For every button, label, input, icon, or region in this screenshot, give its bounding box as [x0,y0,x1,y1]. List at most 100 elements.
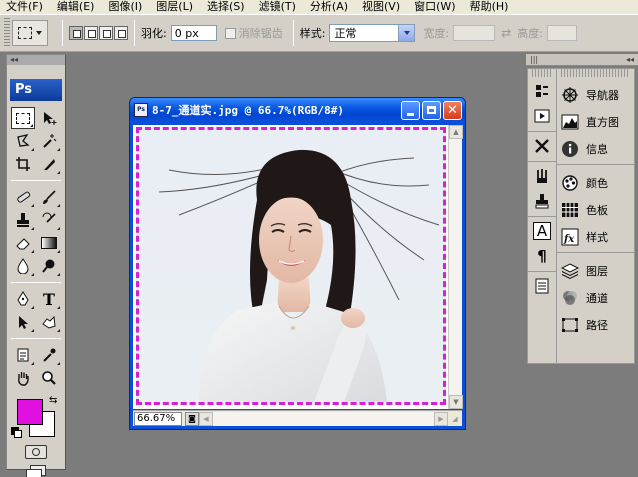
shape-icon [42,315,56,329]
ps-logo[interactable]: Ps [10,79,62,101]
actions-panel-button[interactable] [531,105,553,127]
height-input[interactable] [546,25,577,41]
scroll-right-button[interactable]: ▶ [434,411,448,426]
divider [134,20,135,46]
info-panel-tab[interactable]: 信息 [557,135,634,162]
document-titlebar[interactable]: Ps 8-7_通道实.jpg @ 66.7%(RGB/8#) ✕ [130,98,465,122]
subtract-selection-button[interactable] [99,26,113,40]
menu-view[interactable]: 视图(V) [362,0,400,14]
canvas-area[interactable] [133,125,449,409]
minimize-icon [407,112,414,116]
history-panel-button[interactable] [531,80,553,102]
tool-presets-button[interactable] [531,135,553,157]
quick-mask-button[interactable] [25,445,47,459]
paragraph-panel-button[interactable]: ¶ [531,245,553,267]
menu-analysis[interactable]: 分析(A) [310,0,348,14]
eraser-tool[interactable] [11,232,35,254]
healing-brush-tool[interactable] [11,186,35,208]
styles-fx-icon: fx [560,227,580,247]
custom-shape-tool[interactable] [37,311,61,333]
brush-tool[interactable] [37,186,61,208]
tool-preset-picker[interactable] [12,20,48,46]
clone-source-button[interactable] [531,190,553,212]
rect-marquee-tool[interactable] [11,107,35,129]
width-input[interactable] [453,25,496,41]
menu-layer[interactable]: 图层(L) [156,0,193,14]
add-selection-button[interactable] [84,26,98,40]
photo-canvas[interactable] [136,127,446,405]
maximize-button[interactable] [422,100,441,120]
notes-tool[interactable] [11,344,35,366]
strip-grip[interactable] [532,69,552,77]
paths-panel-tab[interactable]: 路径 [557,311,634,338]
blur-tool[interactable] [11,255,35,277]
feather-input[interactable] [170,25,217,41]
character-panel-button[interactable]: A [531,220,553,242]
paths-icon [560,315,580,335]
screen-mode-button[interactable] [24,465,48,477]
swatches-grid-icon [560,200,580,220]
style-select[interactable]: 正常 [329,24,416,42]
height-label: 高度: [517,27,543,40]
info-icon [560,139,580,159]
minimize-button[interactable] [401,100,420,120]
zoom-tool[interactable] [37,367,61,389]
swap-colors-icon[interactable]: ⇆ [49,395,57,406]
histogram-panel-tab[interactable]: 直方图 [557,108,634,135]
pen-tool[interactable] [11,288,35,310]
menu-filter[interactable]: 滤镜(T) [259,0,296,14]
eyedropper-tool[interactable] [37,344,61,366]
intersect-selection-button[interactable] [114,26,128,40]
slice-tool[interactable] [37,153,61,175]
swatches-panel-tab[interactable]: 色板 [557,196,634,223]
magic-wand-tool[interactable] [37,130,61,152]
close-button[interactable]: ✕ [443,100,462,120]
hand-tool[interactable] [11,367,35,389]
path-selection-tool[interactable] [11,311,35,333]
dodge-tool[interactable] [37,255,61,277]
horizontal-scrollbar[interactable] [213,411,434,426]
lasso-tool[interactable] [11,130,35,152]
menu-select[interactable]: 选择(S) [207,0,245,14]
default-colors-icon[interactable] [11,427,22,438]
gradient-tool[interactable] [37,232,61,254]
menu-help[interactable]: 帮助(H) [470,0,509,14]
scroll-down-button[interactable]: ▼ [449,395,463,409]
type-tool[interactable]: T [37,288,61,310]
panel-dock-header[interactable]: ||| ◂◂ [526,54,638,66]
channels-panel-tab[interactable]: 通道 [557,284,634,311]
foreground-color-swatch[interactable] [17,399,43,425]
menu-window[interactable]: 窗口(W) [414,0,455,14]
navigator-panel-tab[interactable]: 导航器 [557,81,634,108]
dock-collapse-button[interactable]: ◂◂ [626,54,634,66]
doc-info-button[interactable]: ◙ [185,411,199,426]
options-bar-grip[interactable] [4,18,10,48]
pen-icon [17,291,29,306]
document-title: 8-7_通道实.jpg @ 66.7%(RGB/8#) [152,104,344,117]
layers-panel-tab[interactable]: 图层 [557,257,634,284]
history-brush-tool[interactable] [37,209,61,231]
scroll-left-button[interactable]: ◀ [199,411,213,426]
menu-edit[interactable]: 编辑(E) [57,0,95,14]
styles-panel-tab[interactable]: fx 样式 [557,223,634,250]
panel-grip[interactable] [561,69,630,77]
scroll-up-button[interactable]: ▲ [449,125,463,139]
clone-stamp-tool[interactable] [11,209,35,231]
zoom-level-field[interactable]: 66.67% [134,411,182,426]
menu-image[interactable]: 图像(I) [108,0,142,14]
new-selection-button[interactable] [69,26,83,40]
menu-file[interactable]: 文件(F) [6,0,43,14]
layer-comps-button[interactable] [531,275,553,297]
antialias-checkbox[interactable] [224,27,236,39]
move-tool[interactable] [37,107,61,129]
toolbox-header[interactable]: ◂◂ [7,55,65,65]
color-panel-tab[interactable]: 颜色 [557,169,634,196]
swap-icon[interactable]: ⇄ [501,26,511,40]
resize-grip-icon[interactable]: ◢ [448,411,462,426]
history-icon [536,85,548,97]
bandage-icon [17,191,31,203]
panel-icon-strip: A ¶ [527,68,557,364]
crop-tool[interactable] [11,153,35,175]
brushes-panel-button[interactable] [531,165,553,187]
vertical-scrollbar[interactable]: ▲ ▼ [448,125,463,409]
